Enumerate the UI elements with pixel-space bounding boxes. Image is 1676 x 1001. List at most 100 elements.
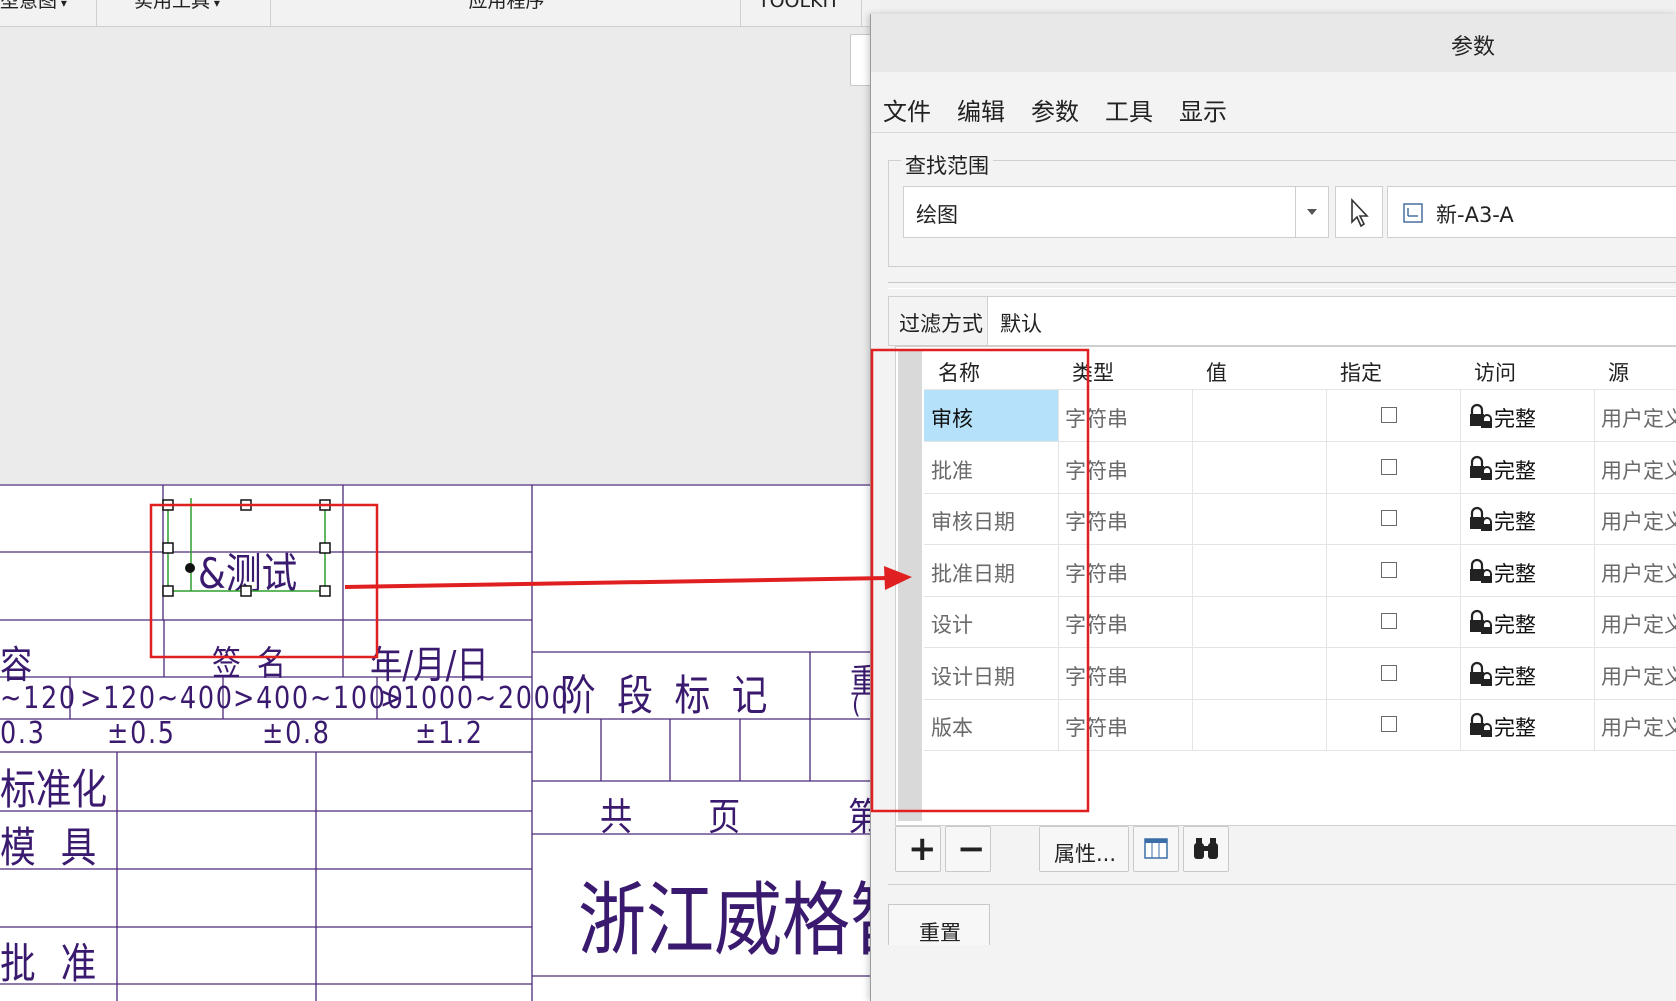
ribbon-item-model-intent[interactable]: 型意图 ▾	[0, 0, 97, 26]
menu-display[interactable]: 显示	[1179, 92, 1227, 127]
cell-designated[interactable]	[1326, 441, 1461, 493]
cell-access: 完整	[1460, 390, 1595, 441]
table-row[interactable]: 版本 字符串 完整 用户定义	[924, 699, 1676, 751]
table-row[interactable]: 审核 字符串 完整 用户定义	[924, 390, 1676, 442]
column-header-designated[interactable]: 指定	[1326, 347, 1461, 390]
table-row[interactable]: 审核日期 字符串 完整 用户定义	[924, 493, 1676, 545]
column-header-label: 访问	[1474, 361, 1516, 385]
column-header-label: 指定	[1340, 361, 1382, 385]
remove-label: −	[957, 829, 986, 869]
cell-text: 字符串	[1065, 458, 1128, 483]
title-block: 容 签 名 年/月/日 ~120 >120~400 >400~1000 >100…	[0, 484, 880, 1001]
designate-checkbox[interactable]	[1381, 664, 1397, 681]
cell-access: 完整	[1460, 441, 1595, 493]
drawing-canvas[interactable]: 型意图 ▾ 实用工具 ▾ 应用程序 TOOLKIT 容 签 名 年/月/日 ~1…	[0, 0, 880, 1001]
cell-text: 审核日期	[931, 510, 1015, 534]
cell-designated[interactable]	[1326, 390, 1461, 441]
cell-text: 字符串	[1065, 664, 1128, 689]
table-row[interactable]: 批准 字符串 完整 用户定义	[924, 441, 1676, 494]
cell-name[interactable]: 审核	[924, 390, 1059, 441]
remove-parameter-button[interactable]: −	[945, 826, 991, 872]
find-button[interactable]	[1183, 826, 1229, 872]
menu-parameters[interactable]: 参数	[1031, 92, 1079, 127]
column-header-access[interactable]: 访问	[1460, 347, 1595, 390]
scope-dropdown[interactable]: 绘图	[903, 186, 1329, 238]
add-parameter-button[interactable]: +	[895, 826, 941, 872]
cell-text: 用户定义	[1601, 561, 1676, 586]
cell-designated[interactable]	[1326, 493, 1461, 544]
menu-edit[interactable]: 编辑	[957, 92, 1005, 127]
table-row[interactable]: 批准日期 字符串 完整 用户定义	[924, 544, 1676, 597]
binoculars-icon	[1194, 838, 1218, 859]
cell-text: 完整	[1494, 407, 1536, 431]
column-header-source[interactable]: 源	[1594, 347, 1676, 390]
cell-text: 完整	[1494, 510, 1536, 534]
cell-text: 设计	[931, 613, 973, 637]
table-row[interactable]: 设计日期 字符串 完整 用户定义	[924, 647, 1676, 700]
designate-checkbox[interactable]	[1381, 407, 1397, 423]
reset-label: 重置	[919, 921, 961, 945]
cell-text: 完整	[1494, 716, 1536, 740]
menu-tools[interactable]: 工具	[1105, 92, 1153, 127]
table-row[interactable]: 设计 字符串 完整 用户定义	[924, 596, 1676, 648]
cell-name[interactable]: 设计	[924, 596, 1059, 647]
ribbon-tabs: 型意图 ▾ 实用工具 ▾ 应用程序 TOOLKIT	[0, 0, 880, 27]
cell-source: 用户定义	[1594, 545, 1676, 596]
model-icon	[1403, 203, 1423, 223]
select-model-button[interactable]	[1335, 186, 1383, 238]
cell-text: 审核	[931, 407, 973, 431]
designate-checkbox[interactable]	[1381, 561, 1397, 578]
designate-checkbox[interactable]	[1381, 510, 1397, 526]
cell-name[interactable]: 版本	[924, 699, 1059, 750]
cell-value[interactable]	[1192, 699, 1327, 750]
column-header-value[interactable]: 值	[1192, 347, 1327, 390]
ribbon-item-label: TOOLKIT	[758, 0, 840, 12]
cell-name[interactable]: 批准	[924, 441, 1059, 493]
cell-text: 版本	[931, 716, 973, 740]
lock-icon	[1470, 609, 1492, 634]
chevron-down-icon[interactable]	[1295, 187, 1328, 237]
filter-field[interactable]: 默认	[987, 297, 1676, 345]
cell-text: 批准	[931, 458, 973, 483]
cell-name[interactable]: 审核日期	[924, 493, 1059, 544]
cell-access: 完整	[1460, 699, 1595, 750]
cell-value[interactable]	[1192, 493, 1327, 544]
properties-button[interactable]: 属性...	[1039, 826, 1129, 872]
menu-file[interactable]: 文件	[883, 92, 931, 127]
selection-handles[interactable]	[0, 484, 880, 1001]
cell-value[interactable]	[1192, 596, 1327, 647]
divider	[888, 282, 1676, 289]
divider	[888, 884, 1676, 887]
lock-icon	[1470, 403, 1492, 428]
ribbon-item-toolkit[interactable]: TOOLKIT	[742, 0, 862, 26]
designate-checkbox[interactable]	[1381, 458, 1397, 475]
column-header-name[interactable]: 名称	[924, 347, 1059, 390]
reset-button[interactable]: 重置	[888, 904, 990, 945]
cell-text: 字符串	[1065, 716, 1128, 740]
table-columns-button[interactable]	[1133, 826, 1179, 872]
filter-row: 过滤方式 默认	[888, 296, 1676, 346]
lock-icon	[1470, 661, 1492, 686]
cell-name[interactable]: 批准日期	[924, 544, 1059, 596]
ribbon-item-applications[interactable]: 应用程序	[273, 0, 741, 26]
column-header-label: 值	[1206, 361, 1227, 385]
cell-type: 字符串	[1058, 544, 1193, 596]
cell-designated[interactable]	[1326, 647, 1461, 699]
model-name: 新-A3-A	[1436, 203, 1514, 227]
designate-checkbox[interactable]	[1381, 716, 1397, 732]
lock-icon	[1470, 558, 1492, 583]
column-header-type[interactable]: 类型	[1058, 347, 1193, 390]
cell-designated[interactable]	[1326, 699, 1461, 750]
cell-value[interactable]	[1192, 544, 1327, 596]
cell-type: 字符串	[1058, 647, 1193, 699]
cell-designated[interactable]	[1326, 596, 1461, 647]
dialog-title-bar[interactable]: 参数	[871, 14, 1676, 72]
designate-checkbox[interactable]	[1381, 613, 1397, 629]
cell-value[interactable]	[1192, 390, 1327, 441]
cell-value[interactable]	[1192, 647, 1327, 699]
cell-name[interactable]: 设计日期	[924, 647, 1059, 699]
cell-text: 用户定义	[1601, 510, 1676, 534]
cell-value[interactable]	[1192, 441, 1327, 493]
cell-designated[interactable]	[1326, 544, 1461, 596]
ribbon-item-utilities[interactable]: 实用工具 ▾	[98, 0, 271, 26]
